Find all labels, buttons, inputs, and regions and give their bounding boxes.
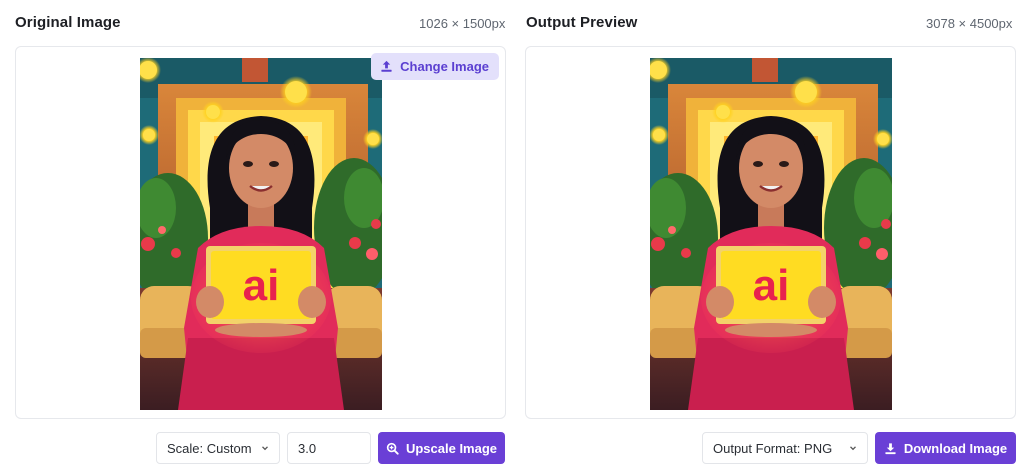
scale-select-label: Scale: Custom — [167, 440, 252, 456]
output-format-select[interactable]: Output Format: PNG — [702, 432, 868, 464]
download-icon — [885, 442, 896, 454]
upload-icon — [381, 60, 392, 72]
output-preview-frame: ai — [525, 46, 1016, 419]
original-image-frame: ai Change Image — [15, 46, 506, 419]
output-image-sign-text: ai — [753, 261, 790, 310]
output-dimensions: 3078 × 4500px — [926, 16, 1013, 31]
original-panel-title: Original Image — [15, 14, 121, 31]
original-image-sign-text: ai — [243, 261, 280, 310]
change-image-label: Change Image — [400, 59, 489, 74]
scale-value-input[interactable] — [287, 432, 371, 464]
output-format-label: Output Format: PNG — [713, 440, 833, 456]
output-preview-image: ai — [650, 58, 892, 410]
upscale-image-label: Upscale Image — [405, 440, 498, 456]
upscale-image-button[interactable]: Upscale Image — [378, 432, 505, 464]
original-dimensions: 1026 × 1500px — [419, 16, 506, 31]
scale-select[interactable]: Scale: Custom — [156, 432, 280, 464]
chevron-down-icon — [850, 446, 856, 451]
download-image-button[interactable]: Download Image — [875, 432, 1016, 464]
download-image-label: Download Image — [903, 440, 1008, 456]
original-image: ai — [140, 58, 382, 410]
zoom-in-icon — [386, 442, 399, 455]
chevron-down-icon — [262, 446, 268, 451]
output-panel-title: Output Preview — [526, 14, 638, 31]
change-image-button[interactable]: Change Image — [371, 53, 499, 80]
